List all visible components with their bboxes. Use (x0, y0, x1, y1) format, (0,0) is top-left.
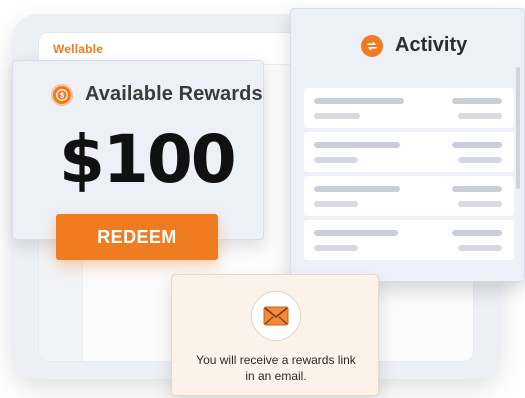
svg-text:$: $ (60, 91, 65, 99)
swap-arrows-icon (361, 34, 383, 57)
activity-scrollbar[interactable] (516, 67, 520, 189)
redeem-button[interactable]: REDEEM (56, 214, 218, 260)
rewards-title: Available Rewards (85, 83, 263, 105)
activity-list (304, 88, 514, 264)
activity-title: Activity (395, 34, 468, 56)
email-notice-card: You will receive a rewards link in an em… (171, 274, 379, 396)
rewards-amount: $100 (59, 121, 237, 198)
activity-panel: Activity (290, 8, 525, 282)
email-notice-message: You will receive a rewards link in an em… (196, 353, 356, 383)
activity-row[interactable] (304, 132, 514, 172)
rewards-card: $ Available Rewards $100 (12, 60, 264, 240)
activity-row[interactable] (304, 220, 514, 260)
activity-title-row: Activity (361, 34, 467, 57)
rewards-title-row: $ Available Rewards (51, 83, 263, 106)
activity-row[interactable] (304, 176, 514, 216)
dollar-coin-icon: $ (51, 83, 73, 106)
activity-row[interactable] (304, 88, 514, 128)
envelope-icon (251, 291, 301, 341)
brand-logo: Wellable (53, 41, 104, 56)
